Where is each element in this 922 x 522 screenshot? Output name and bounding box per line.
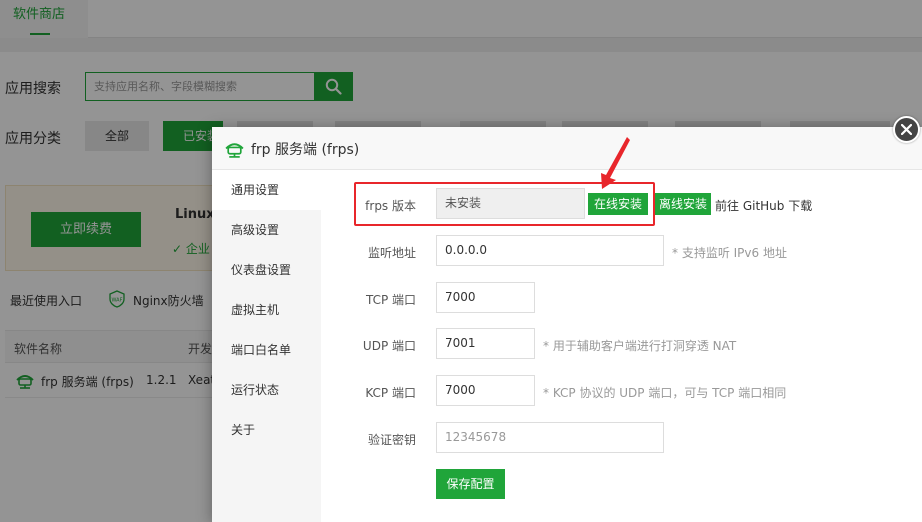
dialog-header: frp 服务端 (frps) xyxy=(212,127,922,170)
kcp-port-input[interactable]: 7000 xyxy=(436,375,535,406)
token-label: 验证密钥 xyxy=(367,433,416,447)
nav-run-status[interactable]: 运行状态 xyxy=(212,370,321,410)
save-config-button[interactable]: 保存配置 xyxy=(436,469,505,499)
annotation-arrow-icon xyxy=(601,137,630,189)
dialog-side-nav: 通用设置 高级设置 仪表盘设置 虚拟主机 端口白名单 运行状态 关于 xyxy=(212,170,321,522)
token-input[interactable]: 12345678 xyxy=(436,422,664,453)
udp-port-label: UDP 端口 xyxy=(362,339,416,353)
close-icon xyxy=(901,124,912,135)
nav-port-whitelist[interactable]: 端口白名单 xyxy=(212,330,321,370)
dialog-close-button[interactable] xyxy=(893,116,920,143)
nav-advanced-settings[interactable]: 高级设置 xyxy=(212,210,321,250)
listen-address-input[interactable]: 0.0.0.0 xyxy=(436,235,664,266)
dialog-title: frp 服务端 (frps) xyxy=(251,142,360,158)
frp-app-icon xyxy=(225,143,244,158)
listen-address-hint: * 支持监听 IPv6 地址 xyxy=(672,246,787,260)
nav-virtual-hosts[interactable]: 虚拟主机 xyxy=(212,290,321,330)
nav-about[interactable]: 关于 xyxy=(212,410,321,450)
kcp-port-label: KCP 端口 xyxy=(365,386,416,400)
github-download-link[interactable]: 前往 GitHub 下载 xyxy=(715,197,812,214)
tcp-port-input[interactable]: 7000 xyxy=(436,282,535,313)
tcp-port-label: TCP 端口 xyxy=(365,293,416,307)
nav-general-settings[interactable]: 通用设置 xyxy=(212,170,321,210)
listen-address-label: 监听地址 xyxy=(367,246,416,260)
kcp-port-hint: * KCP 协议的 UDP 端口，可与 TCP 端口相同 xyxy=(543,386,787,400)
nav-dashboard-settings[interactable]: 仪表盘设置 xyxy=(212,250,321,290)
udp-port-hint: * 用于辅助客户端进行打洞穿透 NAT xyxy=(543,339,737,353)
offline-install-button[interactable]: 离线安装 xyxy=(655,193,711,215)
udp-port-input[interactable]: 7001 xyxy=(436,328,535,359)
